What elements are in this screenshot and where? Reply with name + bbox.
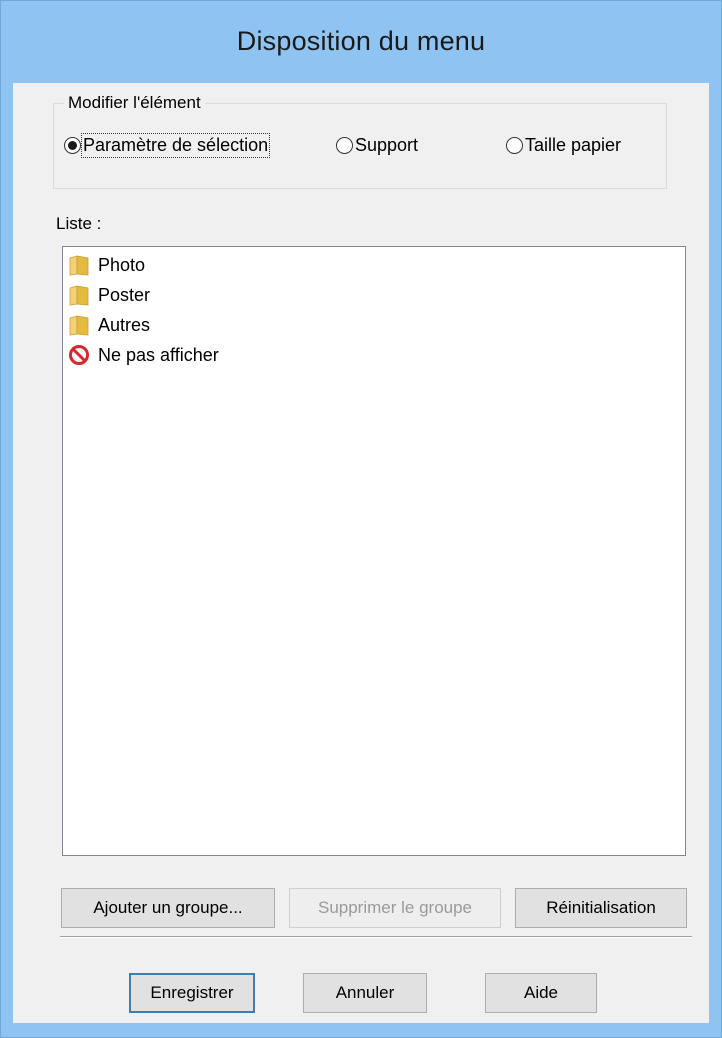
remove-group-button[interactable]: Supprimer le groupe [289,888,501,928]
radio-label-support: Support [355,135,419,155]
dialog-title: Disposition du menu [236,25,486,56]
help-button[interactable]: Aide [485,973,597,1013]
modify-element-group: Modifier l'élément Paramètre de sélectio… [53,93,667,189]
save-button[interactable]: Enregistrer [129,973,255,1013]
list-item-others[interactable]: Autres [69,311,150,339]
add-group-button[interactable]: Ajouter un groupe... [61,888,275,928]
dialog-window: Disposition du menu Modifier l'élément P… [0,0,722,1038]
radio-button-checked[interactable] [64,137,81,154]
radio-support[interactable]: Support [336,135,418,156]
separator [60,936,692,938]
radio-selection-setting[interactable]: Paramètre de sélection [64,133,271,158]
radio-label-selection-setting: Paramètre de sélection [80,133,271,158]
group-legend: Modifier l'élément [64,93,205,113]
radio-button[interactable] [506,137,523,154]
list-item-label: Autres [98,314,151,335]
reset-button[interactable]: Réinitialisation [515,888,687,928]
radio-paper-size[interactable]: Taille papier [506,135,621,156]
folder-icon [69,285,89,306]
cancel-button[interactable]: Annuler [303,973,427,1013]
list-item-poster[interactable]: Poster [69,281,150,309]
list-item-do-not-display[interactable]: Ne pas afficher [69,341,219,369]
radio-button[interactable] [336,137,353,154]
menu-list[interactable]: Photo Poster Autres Ne pas afficher [62,246,686,856]
list-item-label: Photo [98,254,146,275]
list-item-photo[interactable]: Photo [69,251,145,279]
title-bar[interactable]: Disposition du menu [1,1,721,83]
list-label: Liste : [56,214,102,233]
folder-icon [69,255,89,276]
folder-icon [69,315,89,336]
list-item-label: Poster [98,284,151,305]
no-entry-icon [69,345,89,365]
radio-label-paper-size: Taille papier [525,135,622,155]
dialog-body: Modifier l'élément Paramètre de sélectio… [13,83,709,1023]
list-item-label: Ne pas afficher [98,344,219,365]
